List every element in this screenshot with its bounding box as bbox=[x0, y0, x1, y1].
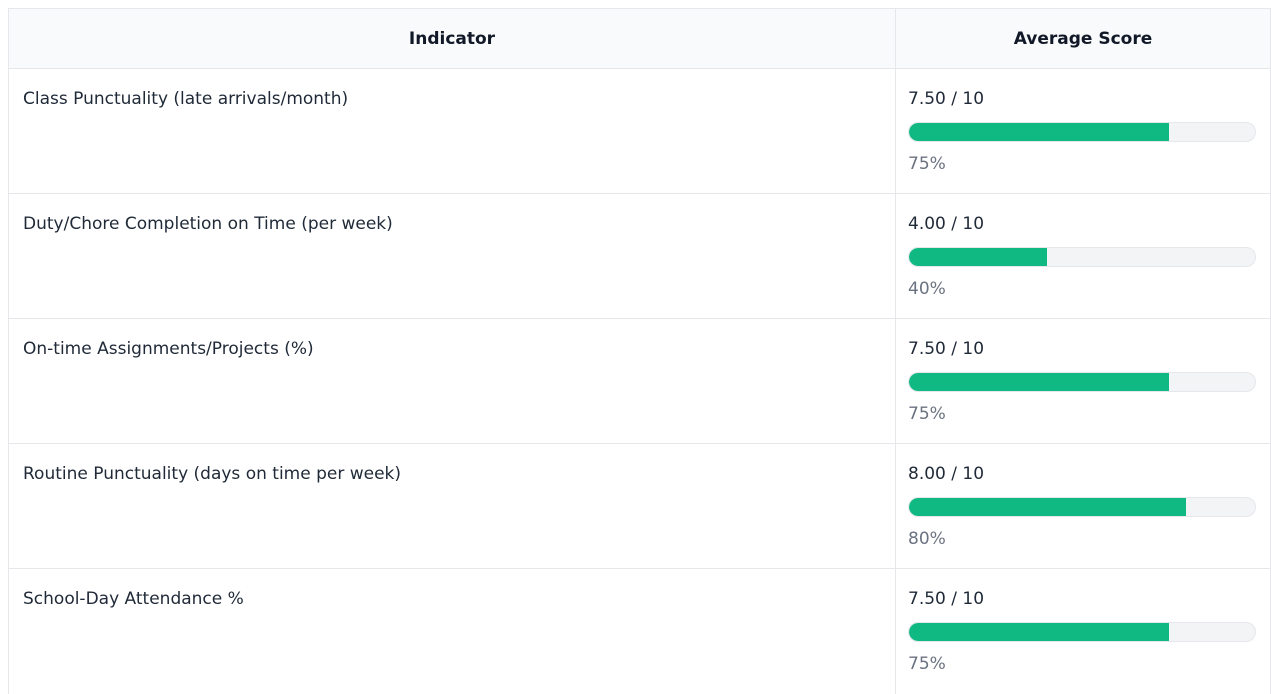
score-percent: 75% bbox=[908, 404, 946, 424]
score-value: 8.00 / 10 bbox=[908, 464, 985, 484]
indicator-label: Duty/Chore Completion on Time (per week) bbox=[23, 214, 393, 234]
indicator-label: Class Punctuality (late arrivals/month) bbox=[23, 89, 349, 109]
score-percent: 75% bbox=[908, 654, 946, 674]
score-value: 7.50 / 10 bbox=[908, 339, 985, 359]
score-value: 7.50 / 10 bbox=[908, 89, 985, 109]
score-value: 7.50 / 10 bbox=[908, 589, 985, 609]
scores-table-container: Indicator Average Score Class Punctualit… bbox=[8, 8, 1271, 694]
score-progress-fill bbox=[909, 623, 1169, 641]
indicator-cell: On-time Assignments/Projects (%) bbox=[8, 318, 896, 444]
score-value: 4.00 / 10 bbox=[908, 214, 985, 234]
indicator-label: School-Day Attendance % bbox=[23, 589, 244, 609]
score-progress-fill bbox=[909, 373, 1169, 391]
score-progress-bar bbox=[908, 372, 1256, 392]
table-row: Routine Punctuality (days on time per we… bbox=[8, 443, 1271, 569]
score-progress-fill bbox=[909, 123, 1169, 141]
score-progress-bar bbox=[908, 122, 1256, 142]
average-score-column-header[interactable]: Average Score bbox=[895, 8, 1271, 69]
indicator-cell: Routine Punctuality (days on time per we… bbox=[8, 443, 896, 569]
indicator-cell: Duty/Chore Completion on Time (per week) bbox=[8, 193, 896, 319]
score-percent: 75% bbox=[908, 154, 946, 174]
score-percent: 40% bbox=[908, 279, 946, 299]
indicator-label: On-time Assignments/Projects (%) bbox=[23, 339, 314, 359]
score-cell: 4.00 / 10 40% bbox=[895, 193, 1271, 319]
score-progress-fill bbox=[909, 248, 1048, 266]
table-row: Class Punctuality (late arrivals/month) … bbox=[8, 68, 1271, 194]
table-row: School-Day Attendance % 7.50 / 10 75% bbox=[8, 568, 1271, 694]
indicator-cell: Class Punctuality (late arrivals/month) bbox=[8, 68, 896, 194]
table-header-row: Indicator Average Score bbox=[8, 8, 1271, 69]
score-progress-bar bbox=[908, 497, 1256, 517]
score-progress-bar bbox=[908, 622, 1256, 642]
score-percent: 80% bbox=[908, 529, 946, 549]
score-cell: 7.50 / 10 75% bbox=[895, 318, 1271, 444]
table-body: Class Punctuality (late arrivals/month) … bbox=[8, 68, 1271, 694]
score-cell: 7.50 / 10 75% bbox=[895, 568, 1271, 694]
score-cell: 8.00 / 10 80% bbox=[895, 443, 1271, 569]
table-row: Duty/Chore Completion on Time (per week)… bbox=[8, 193, 1271, 319]
score-progress-bar bbox=[908, 247, 1256, 267]
indicator-label: Routine Punctuality (days on time per we… bbox=[23, 464, 402, 484]
table-row: On-time Assignments/Projects (%) 7.50 / … bbox=[8, 318, 1271, 444]
indicator-cell: School-Day Attendance % bbox=[8, 568, 896, 694]
score-progress-fill bbox=[909, 498, 1186, 516]
indicator-column-header[interactable]: Indicator bbox=[8, 8, 896, 69]
scores-table: Indicator Average Score Class Punctualit… bbox=[8, 8, 1271, 694]
score-cell: 7.50 / 10 75% bbox=[895, 68, 1271, 194]
